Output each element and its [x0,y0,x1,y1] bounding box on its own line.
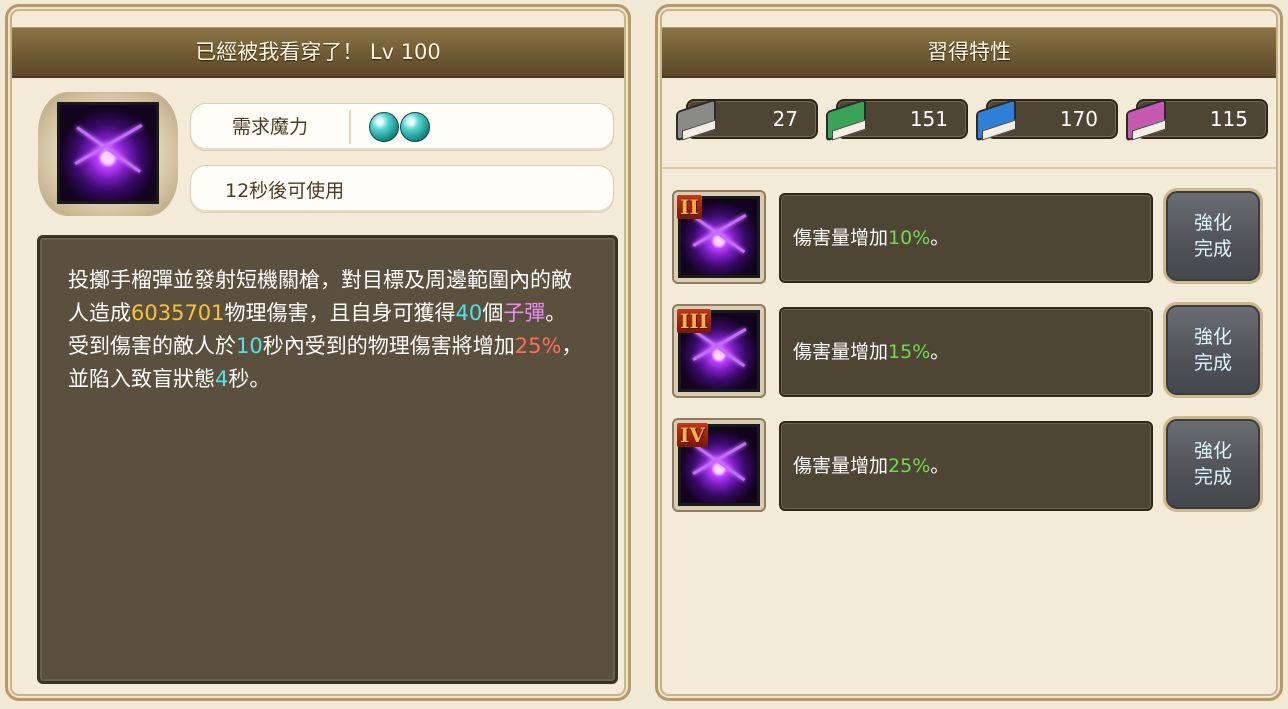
trait-description: 傷害量增加25%。 [779,421,1153,511]
description-highlight: 40 [455,301,483,325]
trait-rank: IV [677,423,708,447]
skill-title: 已經被我看穿了！ Lv 100 [12,27,624,78]
trait-icon: IV [672,418,766,512]
skill-icon-frame [38,92,178,216]
trait-rank: II [677,195,702,219]
enhance-button-label: 強化 完成 [1193,326,1232,374]
description-highlight: 25% [514,334,562,358]
cooldown-text: 12秒後可使用 [225,179,345,202]
trait-text: 傷害量增加 [793,227,889,249]
trait-suffix: 。 [930,455,950,477]
purple-energy-orb-icon [57,102,159,204]
traits-panel: 習得特性 27 151 170 115 II 傷害量增加10%。 強化 完成 III … [655,4,1283,701]
trait-row: II 傷害量增加10%。 強化 完成 [668,187,1276,287]
enhance-complete-button[interactable]: 強化 完成 [1163,188,1263,284]
divider [662,167,1276,169]
trait-percent: 10% [888,227,931,249]
traits-title: 習得特性 [662,27,1276,78]
trait-text: 傷害量增加 [793,455,889,477]
mana-label: 需求魔力 [191,110,351,144]
trait-row: III 傷害量增加15%。 強化 完成 [668,301,1276,401]
book-counts: 27 151 170 115 [666,95,1276,151]
description-highlight: 6035701 [131,301,225,325]
mana-orbs [351,112,430,142]
trait-text: 傷害量增加 [793,341,889,363]
description-text: 秒。 [228,367,271,391]
enhance-complete-button[interactable]: 強化 完成 [1163,302,1263,398]
gray-book-icon [672,95,718,142]
green-book-icon [822,95,868,142]
enhance-button-label: 強化 完成 [1193,212,1232,260]
skill-detail-panel: 已經被我看穿了！ Lv 100 需求魔力 12秒後可使用 投擲手榴彈並發射短機關… [5,4,631,701]
enhance-complete-button[interactable]: 強化 完成 [1163,416,1263,512]
description-highlight: 子彈 [503,301,546,325]
description-text: 秒內受到的物理傷害將增加 [262,334,515,358]
rainbow-book-icon [1122,95,1168,142]
trait-percent: 15% [888,341,931,363]
description-text: 個 [482,301,504,325]
trait-description: 傷害量增加10%。 [779,193,1153,283]
trait-icon: III [672,304,766,398]
skill-description: 投擲手榴彈並發射短機關槍，對目標及周邊範圍內的敵人造成6035701物理傷害，且… [37,235,618,684]
blue-book-icon [972,95,1018,142]
description-text: 物理傷害，且自身可獲得 [224,301,456,325]
trait-suffix: 。 [930,227,950,249]
trait-row: IV 傷害量增加25%。 強化 完成 [668,415,1276,515]
enhance-button-label: 強化 完成 [1193,440,1232,488]
description-highlight: 10 [236,334,263,358]
mana-orb-icon [400,112,430,142]
trait-description: 傷害量增加15%。 [779,307,1153,397]
trait-icon: II [672,190,766,284]
cooldown-row: 12秒後可使用 [190,165,614,213]
mana-orb-icon [369,112,399,142]
mana-cost-row: 需求魔力 [190,103,614,151]
trait-rank: III [677,309,712,333]
description-highlight: 4 [215,367,229,391]
trait-suffix: 。 [930,341,950,363]
trait-percent: 25% [888,455,931,477]
